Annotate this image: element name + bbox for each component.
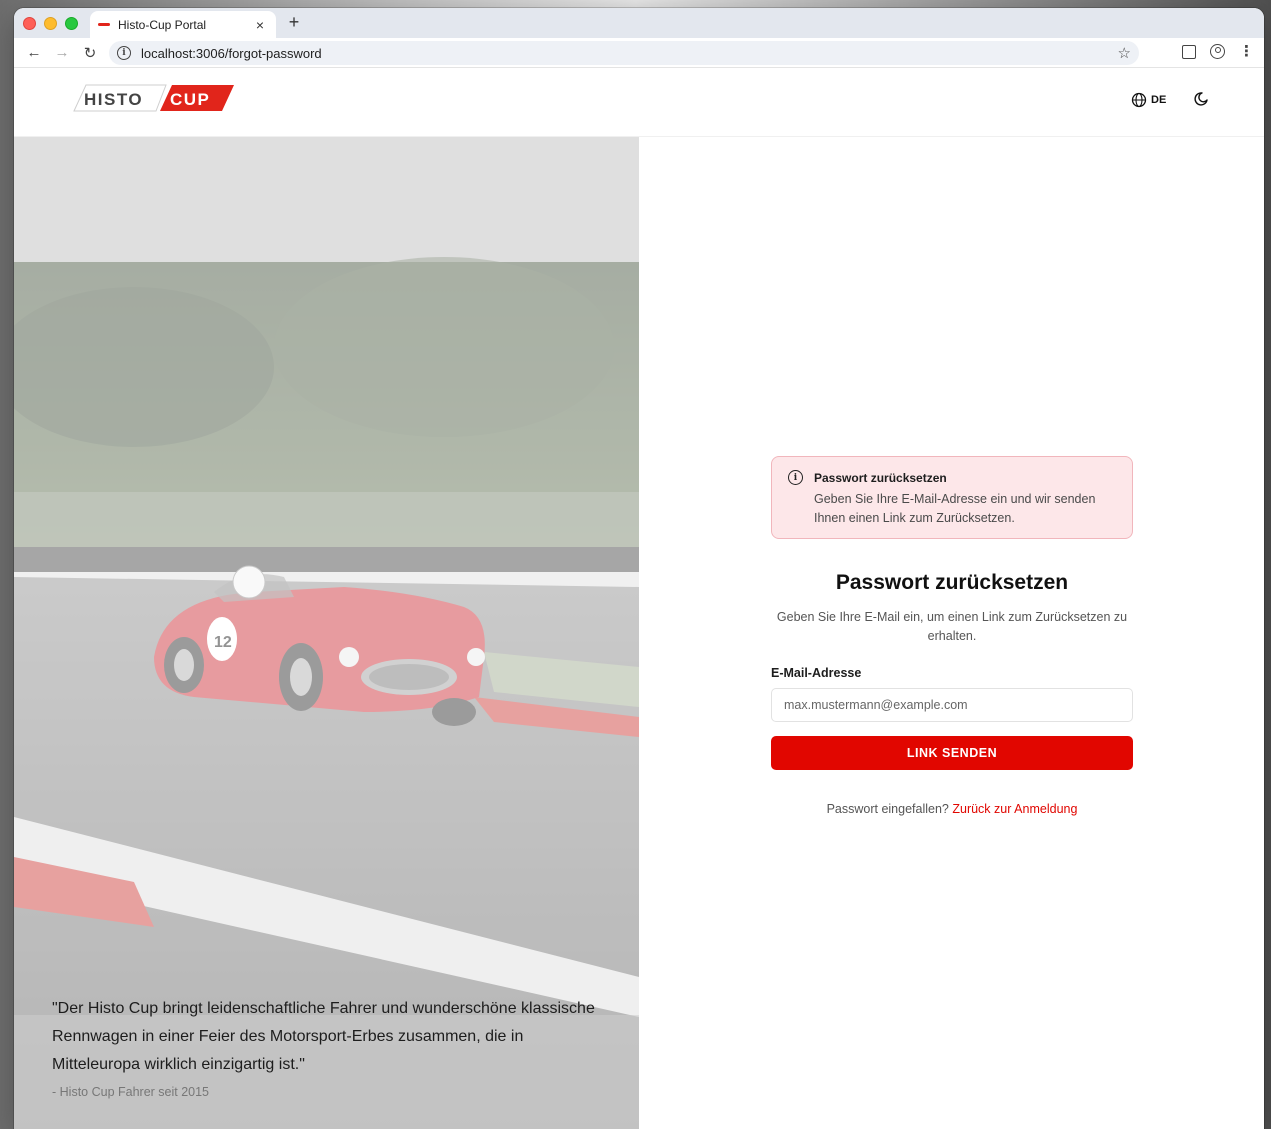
extensions-icon[interactable] — [1182, 44, 1196, 59]
tab-title: Histo-Cup Portal — [118, 17, 207, 32]
back-prompt-text: Passwort eingefallen? — [826, 802, 953, 816]
testimonial-quote: "Der Histo Cup bringt leidenschaftliche … — [52, 1000, 595, 1073]
page-title: Passwort zurücksetzen — [835, 571, 1069, 594]
new-tab-button[interactable]: + — [284, 12, 304, 33]
page-subtitle: Geben Sie Ihre E-Mail ein, um einen Link… — [776, 610, 1128, 643]
logo-text-histo: HISTO — [84, 90, 143, 109]
back-to-login-link[interactable]: Zurück zur Anmeldung — [952, 802, 1077, 816]
toolbar-actions: ⋮ — [1182, 44, 1254, 59]
back-arrow-icon[interactable]: ← — [20, 44, 48, 61]
maximize-window-button[interactable] — [65, 17, 78, 30]
page-content: HISTO CUP DE "Der Histo Cup bringt leide… — [14, 69, 1264, 1129]
browser-toolbar: ← → ↻ i localhost:3006/forgot-password ☆… — [14, 38, 1264, 68]
site-header: HISTO CUP DE — [14, 69, 1264, 137]
testimonial-author: - Histo Cup Fahrer seit 2015 — [52, 1085, 210, 1099]
alert-title: Passwort zurücksetzen — [814, 471, 947, 485]
globe-icon — [1131, 92, 1147, 108]
email-label: E-Mail-Adresse — [771, 666, 862, 680]
tab-strip: Histo-Cup Portal × + — [14, 8, 1264, 38]
send-link-button[interactable]: LINK SENDEN — [771, 736, 1133, 770]
minimize-window-button[interactable] — [44, 17, 57, 30]
browser-window: Histo-Cup Portal × + ← → ↻ i localhost:3… — [14, 8, 1264, 1129]
moon-icon[interactable] — [1192, 90, 1210, 108]
histo-cup-logo[interactable]: HISTO CUP — [66, 83, 236, 113]
browser-menu-icon[interactable]: ⋮ — [1239, 44, 1254, 59]
back-to-login-row: Passwort eingefallen? Zurück zur Anmeldu… — [771, 802, 1133, 816]
hero-image-panel: 12 "Der Histo Cup bringt leidenschaftlic… — [14, 137, 639, 1129]
language-label: DE — [1151, 94, 1167, 106]
logo-text-cup: CUP — [170, 90, 210, 109]
email-field[interactable] — [771, 688, 1133, 722]
hero-overlay — [14, 137, 639, 1129]
browser-tab[interactable]: Histo-Cup Portal × — [90, 11, 276, 38]
info-icon: i — [788, 470, 803, 485]
favicon-icon — [98, 23, 110, 26]
url-text[interactable]: localhost:3006/forgot-password — [141, 46, 322, 61]
reload-icon[interactable]: ↻ — [76, 44, 104, 62]
site-info-icon[interactable]: i — [117, 46, 131, 60]
profile-icon[interactable] — [1210, 44, 1225, 59]
info-alert: i Passwort zurücksetzen Geben Sie Ihre E… — [771, 456, 1133, 539]
tab-close-icon[interactable]: × — [252, 17, 268, 33]
bookmark-star-icon[interactable]: ☆ — [1118, 44, 1131, 62]
forward-arrow-icon[interactable]: → — [48, 44, 76, 61]
address-bar[interactable]: i localhost:3006/forgot-password ☆ — [109, 41, 1139, 65]
close-window-button[interactable] — [23, 17, 36, 30]
alert-text: Geben Sie Ihre E-Mail-Adresse ein und wi… — [814, 492, 1096, 525]
language-switcher[interactable]: DE — [1131, 92, 1166, 108]
